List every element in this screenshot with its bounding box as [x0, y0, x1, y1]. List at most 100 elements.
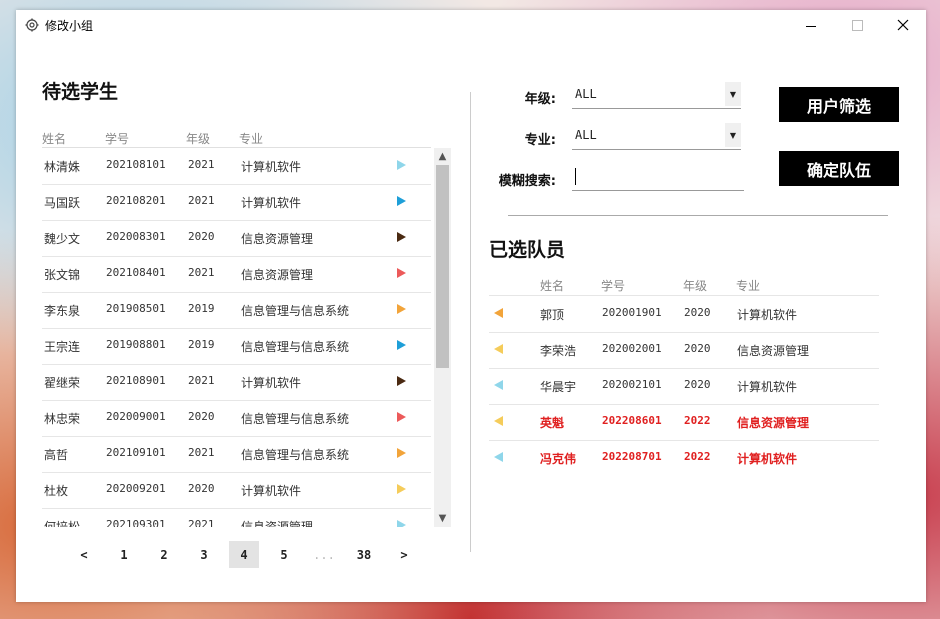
major-select[interactable]: ALL ▼ — [572, 123, 741, 150]
member-grade: 2020 — [684, 378, 711, 391]
member-grade: 2020 — [684, 342, 711, 355]
student-grade: 2020 — [188, 482, 215, 495]
pager-page-2[interactable]: 2 — [149, 541, 179, 568]
scroll-thumb[interactable] — [436, 165, 449, 368]
add-arrow-icon[interactable] — [397, 268, 406, 278]
member-grade: 2022 — [684, 414, 711, 427]
grade-select[interactable]: ALL ▼ — [572, 82, 741, 109]
pager-prev[interactable]: < — [69, 541, 99, 568]
pager-page-last[interactable]: 38 — [349, 541, 379, 568]
grade-label: 年级: — [524, 92, 556, 107]
fuzzy-search-input[interactable] — [572, 164, 744, 191]
dropdown-arrow-icon[interactable]: ▼ — [725, 82, 741, 106]
add-arrow-icon[interactable] — [397, 484, 406, 494]
add-arrow-icon[interactable] — [397, 232, 406, 242]
student-grade: 2021 — [188, 374, 215, 387]
remove-arrow-icon[interactable] — [494, 380, 503, 390]
student-major: 计算机软件 — [241, 160, 302, 174]
team-col-head-id: 学号 — [601, 279, 626, 293]
student-id: 201908501 — [106, 302, 166, 315]
student-major: 信息管理与信息系统 — [241, 448, 350, 462]
candidate-row[interactable]: 翟继荣 202108901 2021 计算机软件 — [42, 364, 431, 401]
candidate-row[interactable]: 林清姝 202108101 2021 计算机软件 — [42, 148, 431, 185]
remove-arrow-icon[interactable] — [494, 344, 503, 354]
team-member-row[interactable]: 华晨宇 202002101 2020 计算机软件 — [489, 368, 879, 405]
team-member-row[interactable]: 李荣浩 202002001 2020 信息资源管理 — [489, 332, 879, 369]
minimize-button[interactable] — [788, 10, 834, 40]
team-header-row: 姓名 学号 年级 专业 — [489, 271, 879, 296]
student-id: 202109101 — [106, 446, 166, 459]
fuzzy-search-field[interactable] — [572, 164, 744, 191]
candidate-row[interactable]: 杜枚 202009201 2020 计算机软件 — [42, 472, 431, 509]
candidate-row[interactable]: 张文锦 202108401 2021 信息资源管理 — [42, 256, 431, 293]
chevron-down-icon: ▼ — [438, 513, 447, 524]
candidate-row[interactable]: 魏少文 202008301 2020 信息资源管理 — [42, 220, 431, 257]
candidate-row[interactable]: 马国跃 202108201 2021 计算机软件 — [42, 184, 431, 221]
student-id: 202108101 — [106, 158, 166, 171]
pager-page-4-current[interactable]: 4 — [229, 541, 259, 568]
add-arrow-icon[interactable] — [397, 448, 406, 458]
add-arrow-icon[interactable] — [397, 376, 406, 386]
candidate-row[interactable]: 何培松 202109301 2021 信息资源管理 — [42, 508, 431, 527]
student-grade: 2021 — [188, 194, 215, 207]
member-id: 202001901 — [602, 306, 662, 319]
remove-arrow-icon[interactable] — [494, 452, 503, 462]
scroll-down-button[interactable]: ▼ — [434, 510, 451, 527]
app-gear-icon — [25, 18, 39, 32]
candidates-list: 林清姝 202108101 2021 计算机软件 马国跃 202108201 2… — [16, 148, 436, 527]
candidates-scrollbar[interactable]: ▲ ▼ — [434, 148, 451, 527]
team-member-row[interactable]: 英魁 202208601 2022 信息资源管理 — [489, 404, 879, 441]
minimize-icon — [806, 25, 816, 27]
add-arrow-icon[interactable] — [397, 196, 406, 206]
pager-ellipsis: ... — [313, 547, 335, 562]
remove-arrow-icon[interactable] — [494, 416, 503, 426]
student-major: 信息资源管理 — [241, 268, 314, 282]
student-name: 杜枚 — [44, 484, 69, 498]
confirm-team-button[interactable]: 确定队伍 — [779, 151, 899, 186]
pager-page-3[interactable]: 3 — [189, 541, 219, 568]
student-major: 计算机软件 — [241, 376, 302, 390]
member-name: 李荣浩 — [540, 344, 577, 358]
scroll-up-button[interactable]: ▲ — [434, 148, 451, 165]
col-head-grade: 年级 — [186, 132, 211, 146]
member-name: 冯克伟 — [540, 452, 577, 466]
candidate-row[interactable]: 李东泉 201908501 2019 信息管理与信息系统 — [42, 292, 431, 329]
student-major: 计算机软件 — [241, 484, 302, 498]
dropdown-arrow-icon[interactable]: ▼ — [725, 123, 741, 147]
student-id: 202108401 — [106, 266, 166, 279]
col-head-major: 专业 — [239, 132, 264, 146]
pager-next[interactable]: > — [389, 541, 419, 568]
team-col-head-name: 姓名 — [540, 279, 565, 293]
team-member-row[interactable]: 郭顶 202001901 2020 计算机软件 — [489, 296, 879, 333]
student-major: 信息资源管理 — [241, 520, 314, 527]
close-button[interactable] — [880, 10, 926, 40]
student-name: 高哲 — [44, 448, 69, 462]
team-member-row[interactable]: 冯克伟 202208701 2022 计算机软件 — [489, 440, 879, 476]
student-name: 张文锦 — [44, 268, 81, 282]
student-id: 202009001 — [106, 410, 166, 423]
student-name: 王宗连 — [44, 340, 81, 354]
col-head-id: 学号 — [105, 132, 130, 146]
pager-page-5[interactable]: 5 — [269, 541, 299, 568]
edit-group-window: 修改小组 待选学生 姓名 学号 年级 专业 林清姝 202108101 2021… — [16, 10, 926, 602]
add-arrow-icon[interactable] — [397, 340, 406, 350]
student-name: 林忠荣 — [44, 412, 81, 426]
member-major: 计算机软件 — [737, 380, 798, 394]
filters-divider — [508, 215, 888, 216]
add-arrow-icon[interactable] — [397, 520, 406, 527]
candidate-row[interactable]: 王宗连 201908801 2019 信息管理与信息系统 — [42, 328, 431, 365]
add-arrow-icon[interactable] — [397, 304, 406, 314]
pager-page-1[interactable]: 1 — [109, 541, 139, 568]
candidate-row[interactable]: 高哲 202109101 2021 信息管理与信息系统 — [42, 436, 431, 473]
remove-arrow-icon[interactable] — [494, 308, 503, 318]
student-name: 何培松 — [44, 520, 81, 527]
add-arrow-icon[interactable] — [397, 412, 406, 422]
member-major: 信息资源管理 — [737, 344, 810, 358]
add-arrow-icon[interactable] — [397, 160, 406, 170]
candidate-row[interactable]: 林忠荣 202009001 2020 信息管理与信息系统 — [42, 400, 431, 437]
maximize-button[interactable] — [834, 10, 880, 40]
filter-users-button[interactable]: 用户筛选 — [779, 87, 899, 122]
candidates-title: 待选学生 — [42, 81, 119, 103]
student-name: 马国跃 — [44, 196, 81, 210]
student-grade: 2019 — [188, 338, 215, 351]
